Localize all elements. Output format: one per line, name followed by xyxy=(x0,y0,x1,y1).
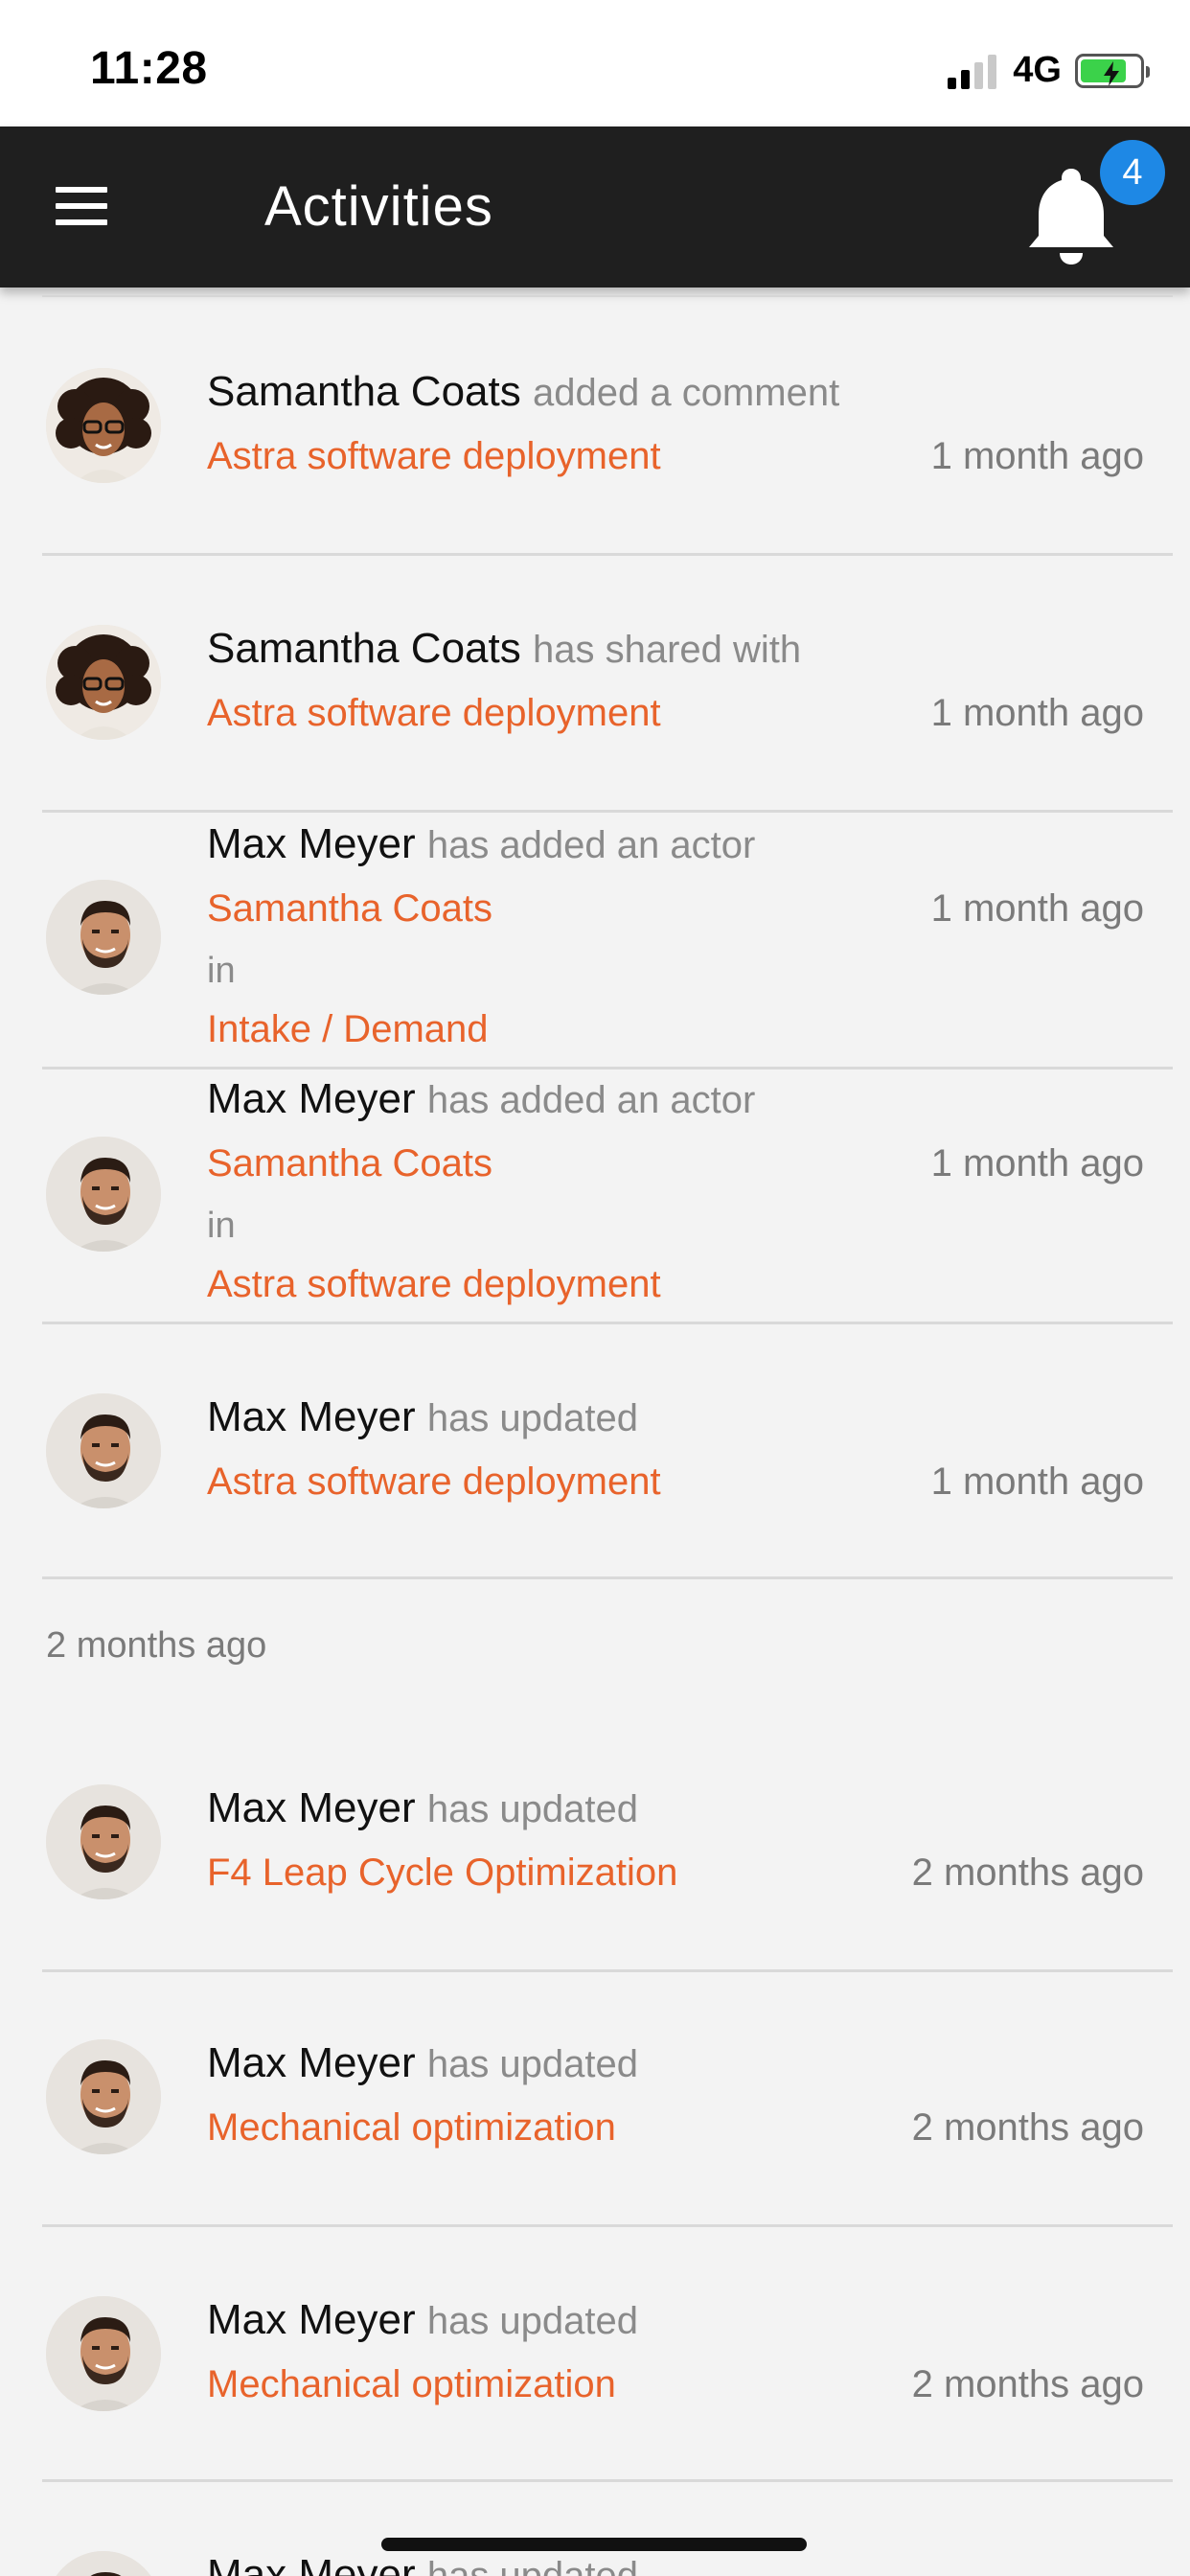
actor-link[interactable]: Samantha Coats xyxy=(207,1142,492,1185)
activity-summary: Samantha Coats has shared with xyxy=(207,625,801,673)
timestamp: 1 month ago xyxy=(930,692,1144,734)
avatar xyxy=(46,368,161,483)
activity-action: has updated xyxy=(426,1788,639,1830)
avatar xyxy=(46,880,161,995)
in-label: in xyxy=(207,1206,236,1246)
notification-badge[interactable]: 4 xyxy=(1100,140,1165,205)
activity-action: has updated xyxy=(426,2043,639,2085)
section-header: 2 months ago xyxy=(46,1625,267,1666)
timestamp: 2 months ago xyxy=(911,2106,1144,2149)
activity-summary: Max Meyer has updated xyxy=(207,1784,638,1832)
battery-icon xyxy=(1075,53,1150,88)
status-time: 11:28 xyxy=(90,43,208,94)
target-link[interactable]: Astra software deployment xyxy=(207,1263,661,1306)
avatar xyxy=(46,2039,161,2154)
actor-name: Samantha Coats xyxy=(207,625,521,672)
activity-action: has added an actor xyxy=(426,824,756,866)
activity-summary: Max Meyer has updated xyxy=(207,2551,638,2576)
activity-action: has updated xyxy=(426,2555,639,2576)
target-link[interactable]: Mechanical optimization xyxy=(207,2363,616,2406)
list-item[interactable]: Samantha Coats added a comment Astra sof… xyxy=(42,297,1173,556)
list-item[interactable]: Samantha Coats has shared with Astra sof… xyxy=(42,556,1173,813)
timestamp: 1 month ago xyxy=(930,1460,1144,1503)
list-item[interactable]: Max Meyer has added an actor Samantha Co… xyxy=(42,1070,1173,1324)
activity-action: has updated xyxy=(426,1397,639,1439)
list-item[interactable]: Max Meyer has added an actor Samantha Co… xyxy=(42,813,1173,1070)
network-label: 4G xyxy=(1013,50,1062,90)
list-item[interactable]: Max Meyer has updated F4 Leap Cycle Opti… xyxy=(42,1719,1173,1972)
target-link[interactable]: Mechanical optimization xyxy=(207,2106,616,2150)
actor-name: Max Meyer xyxy=(207,1075,416,1122)
activity-summary: Max Meyer has updated xyxy=(207,2296,638,2344)
avatar xyxy=(46,625,161,740)
app-bar: Activities xyxy=(0,126,1190,288)
actor-link[interactable]: Samantha Coats xyxy=(207,887,492,931)
timestamp: 1 month ago xyxy=(930,887,1144,930)
in-label: in xyxy=(207,951,236,991)
actor-name: Max Meyer xyxy=(207,1393,416,1440)
activity-action: has updated xyxy=(426,2300,639,2342)
target-link[interactable]: F4 Leap Cycle Optimization xyxy=(207,1852,677,1895)
target-link[interactable]: Intake / Demand xyxy=(207,1008,489,1051)
activity-action: has added an actor xyxy=(426,1079,756,1121)
timestamp: 1 month ago xyxy=(930,435,1144,477)
target-link[interactable]: Astra software deployment xyxy=(207,435,661,478)
signal-icon xyxy=(948,53,1001,89)
activity-summary: Max Meyer has updated xyxy=(207,1393,638,1441)
activity-summary: Max Meyer has updated xyxy=(207,2039,638,2087)
list-item[interactable]: Max Meyer has updated Astra software dep… xyxy=(42,1324,1173,1579)
avatar xyxy=(46,2296,161,2411)
avatar xyxy=(46,1137,161,1252)
avatar xyxy=(46,1393,161,1508)
timestamp: 1 month ago xyxy=(930,1142,1144,1184)
actor-name: Max Meyer xyxy=(207,2039,416,2086)
list-item[interactable]: Max Meyer has updated xyxy=(42,2482,1173,2576)
avatar xyxy=(46,2551,161,2576)
hamburger-icon[interactable] xyxy=(56,187,107,227)
status-indicators: 4G xyxy=(948,50,1150,91)
activity-summary: Samantha Coats added a comment xyxy=(207,368,839,416)
timestamp: 2 months ago xyxy=(911,2363,1144,2405)
actor-name: Max Meyer xyxy=(207,2296,416,2343)
activity-action: has shared with xyxy=(532,629,802,671)
page-title: Activities xyxy=(264,175,493,238)
avatar xyxy=(46,1784,161,1899)
actor-name: Max Meyer xyxy=(207,820,416,867)
list-item[interactable]: Max Meyer has updated Mechanical optimiz… xyxy=(42,1972,1173,2227)
target-link[interactable]: Astra software deployment xyxy=(207,1460,661,1504)
list-item[interactable]: Max Meyer has updated Mechanical optimiz… xyxy=(42,2227,1173,2482)
timestamp: 2 months ago xyxy=(911,1852,1144,1894)
status-bar: 11:28 4G xyxy=(0,0,1190,126)
actor-name: Max Meyer xyxy=(207,2551,416,2576)
activity-summary: Max Meyer has added an actor xyxy=(207,1075,755,1123)
actor-name: Max Meyer xyxy=(207,1784,416,1831)
actor-name: Samantha Coats xyxy=(207,368,521,415)
target-link[interactable]: Astra software deployment xyxy=(207,692,661,735)
activity-action: added a comment xyxy=(532,372,840,414)
activity-summary: Max Meyer has added an actor xyxy=(207,820,755,868)
home-indicator[interactable] xyxy=(381,2538,807,2551)
